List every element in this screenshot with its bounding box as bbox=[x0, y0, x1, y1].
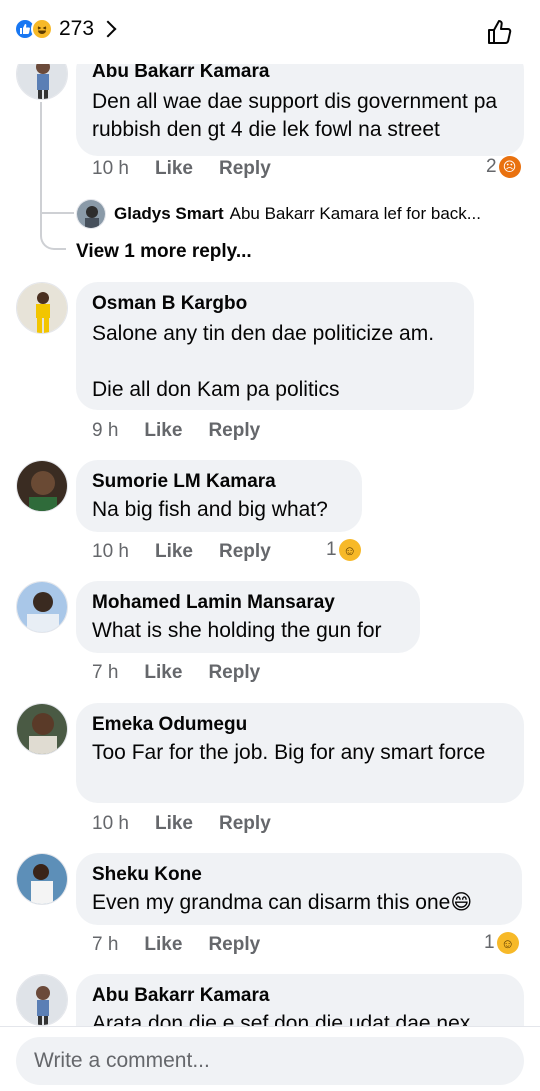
avatar[interactable] bbox=[16, 460, 68, 512]
avatar[interactable] bbox=[16, 581, 68, 633]
reply-button[interactable]: Reply bbox=[208, 934, 260, 956]
comment-author[interactable]: Abu Bakarr Kamara bbox=[92, 984, 508, 1008]
haha-icon: ☺ bbox=[496, 932, 519, 954]
reaction-summary[interactable]: 1 ☺ bbox=[484, 932, 519, 954]
comment-bubble[interactable]: Sheku Kone Even my grandma can disarm th… bbox=[76, 853, 522, 925]
comment-text: Na big fish and big what? bbox=[92, 498, 328, 521]
comment-bubble[interactable]: Sumorie LM Kamara Na big fish and big wh… bbox=[76, 460, 362, 532]
comment-time: 10 h bbox=[92, 813, 129, 834]
like-button[interactable]: Like bbox=[155, 158, 193, 180]
haha-icon bbox=[31, 18, 53, 40]
comment-text: Arata don die e sef don die udat dae nex bbox=[92, 1012, 471, 1026]
avatar[interactable] bbox=[16, 853, 68, 905]
comment-actions: 10 h Like Reply bbox=[92, 813, 297, 835]
like-button[interactable]: Like bbox=[155, 541, 193, 563]
comment-text: Too Far for the job. Big for any smart f… bbox=[92, 741, 486, 764]
comment-author[interactable]: Mohamed Lamin Mansaray bbox=[92, 591, 404, 615]
comment-bubble[interactable]: Emeka Odumegu Too Far for the job. Big f… bbox=[76, 703, 524, 803]
thread-line bbox=[40, 102, 66, 250]
reaction-count: 1 bbox=[484, 932, 495, 953]
reactions-header: 273 bbox=[0, 0, 540, 64]
comment-time: 7 h bbox=[92, 934, 119, 955]
comment-actions: 10 h Like Reply bbox=[92, 158, 297, 180]
like-post-button[interactable] bbox=[486, 18, 514, 46]
comment-text: Even my grandma can disarm this one😄 bbox=[92, 891, 473, 914]
haha-icon: ☺ bbox=[338, 539, 361, 561]
comment-actions: 9 h Like Reply bbox=[92, 420, 286, 442]
comment-author[interactable]: Sumorie LM Kamara bbox=[92, 470, 346, 494]
reaction-count: 1 bbox=[326, 539, 337, 560]
comment-time: 10 h bbox=[92, 158, 129, 179]
reaction-count: 273 bbox=[59, 17, 95, 40]
reply-preview[interactable]: Gladys Smart Abu Bakarr Kamara lef for b… bbox=[76, 199, 481, 229]
comment-input[interactable] bbox=[16, 1037, 524, 1085]
like-button[interactable]: Like bbox=[144, 420, 182, 442]
comment-composer bbox=[0, 1026, 540, 1091]
comment-actions: 10 h Like Reply bbox=[92, 541, 297, 563]
reply-button[interactable]: Reply bbox=[219, 813, 271, 835]
comment-author[interactable]: Sheku Kone bbox=[92, 863, 506, 887]
comment-bubble[interactable]: Abu Bakarr Kamara Den all wae dae suppor… bbox=[76, 48, 524, 156]
comment-text: Salone any tin den dae politicize am. Di… bbox=[92, 322, 435, 401]
reply-button[interactable]: Reply bbox=[219, 158, 271, 180]
reply-author[interactable]: Gladys Smart bbox=[114, 204, 224, 224]
reply-text: Abu Bakarr Kamara lef for back... bbox=[229, 204, 481, 223]
comments-feed[interactable]: Abu Bakarr Kamara Den all wae dae suppor… bbox=[0, 0, 540, 1026]
reaction-summary[interactable]: 2 ☹ bbox=[486, 156, 521, 178]
comment-bubble[interactable]: Osman B Kargbo Salone any tin den dae po… bbox=[76, 282, 474, 410]
comment-time: 7 h bbox=[92, 662, 119, 683]
comment-bubble[interactable]: Abu Bakarr Kamara Arata don die e sef do… bbox=[76, 974, 524, 1026]
comment-actions: 7 h Like Reply bbox=[92, 934, 286, 956]
avatar[interactable] bbox=[16, 703, 68, 755]
thumbs-up-icon bbox=[488, 20, 512, 44]
reply-button[interactable]: Reply bbox=[208, 662, 260, 684]
comment-text: What is she holding the gun for bbox=[92, 619, 382, 642]
reply-button[interactable]: Reply bbox=[219, 541, 271, 563]
chevron-right-icon bbox=[99, 20, 117, 38]
comment-bubble[interactable]: Mohamed Lamin Mansaray What is she holdi… bbox=[76, 581, 420, 653]
comment-time: 10 h bbox=[92, 541, 129, 562]
like-button[interactable]: Like bbox=[155, 813, 193, 835]
angry-icon: ☹ bbox=[498, 156, 521, 178]
avatar[interactable] bbox=[76, 199, 106, 229]
reply-button[interactable]: Reply bbox=[208, 420, 260, 442]
avatar[interactable] bbox=[16, 974, 68, 1026]
reaction-summary[interactable]: 1 ☺ bbox=[326, 539, 361, 561]
comment-text: Den all wae dae support dis government p… bbox=[92, 90, 498, 141]
thread-connector bbox=[40, 200, 74, 214]
reaction-count: 2 bbox=[486, 156, 497, 177]
like-button[interactable]: Like bbox=[144, 662, 182, 684]
view-more-replies-link[interactable]: View 1 more reply... bbox=[76, 241, 252, 263]
avatar[interactable] bbox=[16, 282, 68, 334]
comment-actions: 7 h Like Reply bbox=[92, 662, 286, 684]
reaction-summary[interactable]: 273 bbox=[14, 17, 117, 41]
comment-author[interactable]: Emeka Odumegu bbox=[92, 713, 508, 737]
like-button[interactable]: Like bbox=[144, 934, 182, 956]
comment-time: 9 h bbox=[92, 420, 119, 441]
comment-author[interactable]: Osman B Kargbo bbox=[92, 292, 458, 316]
